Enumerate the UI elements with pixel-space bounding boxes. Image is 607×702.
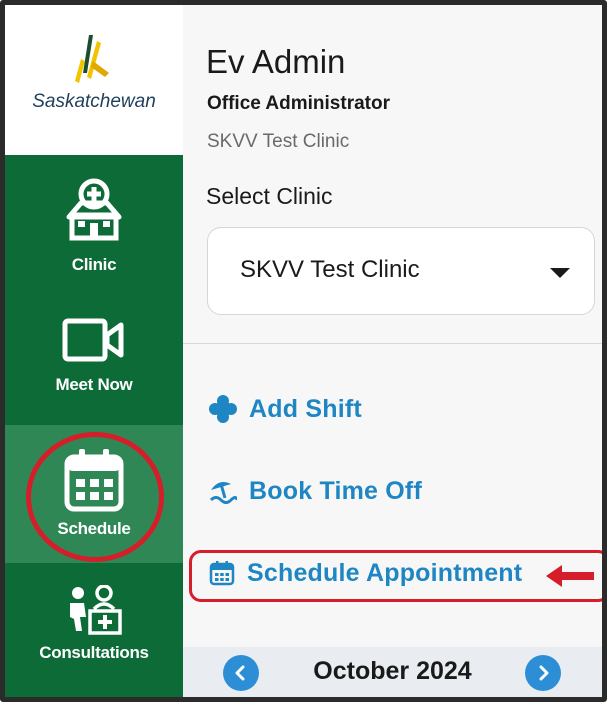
clinic-select[interactable]: SKVV Test Clinic	[207, 227, 595, 315]
logo-text: Saskatchewan	[32, 91, 156, 112]
plus-icon	[209, 395, 237, 423]
divider	[183, 343, 602, 344]
video-camera-icon	[62, 318, 124, 362]
app-frame: Saskatchewan Clinic Meet Now Schedule Co…	[0, 0, 607, 702]
sidebar-item-label: Meet Now	[55, 375, 133, 394]
sidebar: Saskatchewan Clinic Meet Now Schedule Co…	[5, 5, 183, 697]
consultation-icon	[70, 585, 122, 635]
sidebar-item-clinic[interactable]: Clinic	[5, 177, 183, 297]
annotation-box	[189, 550, 602, 602]
select-clinic-label: Select Clinic	[206, 183, 333, 209]
book-time-off-link[interactable]: Book Time Off	[209, 473, 422, 509]
clinic-icon	[66, 178, 122, 241]
chevron-right-icon	[539, 665, 549, 681]
sidebar-item-consultations[interactable]: Consultations	[5, 585, 183, 695]
main-panel: Ev Admin Office Administrator SKVV Test …	[183, 5, 602, 697]
user-clinic: SKVV Test Clinic	[207, 131, 350, 152]
sidebar-item-meet-now[interactable]: Meet Now	[5, 315, 183, 425]
clinic-select-value: SKVV Test Clinic	[240, 256, 420, 283]
arrow-left-icon	[546, 565, 594, 587]
beach-icon	[209, 482, 237, 504]
sidebar-item-label: Clinic	[71, 255, 117, 274]
add-shift-label: Add Shift	[249, 394, 362, 423]
book-time-off-label: Book Time Off	[249, 476, 422, 505]
add-shift-link[interactable]: Add Shift	[209, 391, 362, 427]
sidebar-item-label: Consultations	[39, 643, 149, 662]
month-navigator: October 2024	[183, 647, 602, 697]
logo: Saskatchewan	[5, 5, 183, 155]
caret-down-icon	[550, 268, 570, 278]
annotation-circle	[26, 432, 164, 562]
next-month-button[interactable]	[525, 655, 561, 691]
user-name: Ev Admin	[206, 43, 346, 80]
user-role: Office Administrator	[207, 93, 390, 114]
wheat-logo-icon	[75, 35, 109, 83]
